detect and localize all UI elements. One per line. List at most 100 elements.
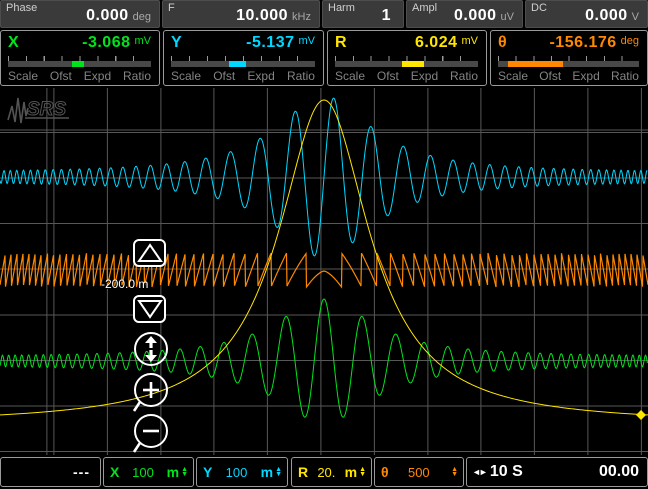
param-value: 1	[382, 7, 391, 25]
param-box-frequency[interactable]: F 10.000 kHz	[162, 0, 320, 28]
param-value: 0.000	[454, 7, 497, 25]
timebase-box[interactable]: ◄► 10 S 00.00	[466, 457, 648, 487]
scale-box-r[interactable]: R 20. m ▲▼	[291, 457, 372, 487]
meter-fill	[402, 61, 424, 67]
menu-ratio[interactable]: Ratio	[123, 69, 151, 83]
menu-scale[interactable]: Scale	[335, 69, 365, 83]
param-box-amplitude[interactable]: Ampl 0.000uV	[406, 0, 523, 28]
param-label: Harm	[328, 2, 355, 14]
magnifier-handle	[134, 443, 140, 452]
param-value: 10.000	[236, 7, 288, 25]
channel-box-y[interactable]: Y -5.137 mV Scale Ofst Expd Ratio	[163, 30, 324, 86]
theta-phase-trace	[0, 253, 648, 287]
channel-unit: deg	[621, 35, 639, 47]
spinner-arrows-icon[interactable]: ▲▼	[275, 467, 282, 477]
scale-letter: Y	[203, 464, 212, 480]
scale-letter: θ	[381, 464, 389, 480]
channel-letter: X	[8, 34, 19, 52]
param-unit: kHz	[292, 11, 311, 23]
svg-text:SRS: SRS	[27, 99, 66, 120]
scale-value: 100	[212, 465, 260, 480]
trace-position-marker	[636, 410, 646, 420]
param-label: DC	[531, 2, 547, 14]
param-box-harmonic[interactable]: Harm 1	[322, 0, 404, 28]
triangle-up-icon	[137, 243, 163, 263]
channel-letter: θ	[498, 34, 507, 52]
pan-up-button[interactable]	[133, 239, 166, 267]
channel-box-theta[interactable]: θ -156.176 deg Scale Ofst Expd Ratio	[490, 30, 648, 86]
magnifier-handle	[134, 402, 140, 411]
menu-ratio[interactable]: Ratio	[450, 69, 478, 83]
lockin-amplifier-screen: Phase 0.000deg F 10.000kHz Harm 1 Ampl 0…	[0, 0, 648, 489]
zoom-in-button[interactable]	[131, 372, 171, 416]
time-readout: 00.00	[599, 463, 639, 481]
meter-fill	[72, 61, 84, 67]
menu-expd[interactable]: Expd	[572, 69, 599, 83]
pan-down-button[interactable]	[133, 295, 166, 323]
channel-box-x[interactable]: X -3.068 mV Scale Ofst Expd Ratio	[0, 30, 160, 86]
menu-ofst[interactable]: Ofst	[377, 69, 399, 83]
expand-vertical-button[interactable]	[131, 331, 171, 375]
meter-fill	[508, 61, 563, 67]
channel-value: -3.068	[82, 34, 130, 52]
channel-unit: mV	[299, 35, 316, 47]
spinner-arrows-icon[interactable]: ▲▼	[359, 467, 366, 477]
spinner-arrows-icon[interactable]: ▲▼	[451, 467, 458, 477]
channel-letter: Y	[171, 34, 182, 52]
param-unit: deg	[133, 11, 151, 23]
srs-logo-icon: SRS	[5, 92, 77, 126]
waveform-display[interactable]: SRS -200.0 m	[0, 88, 648, 455]
param-label: F	[168, 2, 175, 14]
scale-box-x[interactable]: X 100 m ▲▼	[103, 457, 194, 487]
x-inphase-trace	[0, 299, 647, 417]
trigger-value: ---	[1, 464, 100, 480]
channel-letter: R	[335, 34, 347, 52]
scale-box-theta[interactable]: θ 500 ▲▼	[374, 457, 464, 487]
triangle-down-icon	[137, 299, 163, 319]
scale-box-y[interactable]: Y 100 m ▲▼	[196, 457, 288, 487]
scale-unit: m	[261, 464, 273, 480]
menu-ofst[interactable]: Ofst	[539, 69, 561, 83]
channel-meter	[498, 56, 639, 67]
channel-value: -156.176	[549, 34, 616, 52]
menu-expd[interactable]: Expd	[247, 69, 274, 83]
menu-scale[interactable]: Scale	[498, 69, 528, 83]
menu-ratio[interactable]: Ratio	[611, 69, 639, 83]
scale-value: 20.	[308, 465, 344, 480]
spinner-arrows-icon[interactable]: ▲▼	[181, 467, 188, 477]
plus-icon	[143, 382, 159, 398]
menu-expd[interactable]: Expd	[411, 69, 438, 83]
menu-ofst[interactable]: Ofst	[213, 69, 235, 83]
channel-meter	[8, 56, 151, 67]
channel-unit: mV	[462, 35, 479, 47]
horizontal-arrows-icon: ◄►	[472, 467, 486, 477]
y-quadrature-trace	[0, 98, 647, 256]
param-unit: V	[632, 11, 639, 23]
menu-scale[interactable]: Scale	[171, 69, 201, 83]
zoom-out-button[interactable]	[131, 413, 171, 457]
trigger-box[interactable]: ---	[0, 457, 101, 487]
menu-expd[interactable]: Expd	[84, 69, 111, 83]
menu-ratio[interactable]: Ratio	[287, 69, 315, 83]
param-label: Phase	[6, 2, 37, 14]
waveform-traces	[0, 88, 648, 455]
menu-ofst[interactable]: Ofst	[50, 69, 72, 83]
timebase-value: 10 S	[490, 463, 523, 481]
param-box-phase[interactable]: Phase 0.000deg	[0, 0, 160, 28]
arrows-up-down-icon	[145, 336, 157, 362]
scale-value: 100	[119, 465, 166, 480]
scale-unit: m	[167, 464, 179, 480]
scale-letter: R	[298, 464, 308, 480]
menu-scale[interactable]: Scale	[8, 69, 38, 83]
meter-fill	[229, 61, 246, 67]
scale-letter: X	[110, 464, 119, 480]
channel-meter	[335, 56, 478, 67]
channel-unit: mV	[135, 35, 152, 47]
param-unit: uV	[501, 11, 514, 23]
param-box-dc[interactable]: DC 0.000 V	[525, 0, 648, 28]
param-value: 0.000	[585, 7, 628, 25]
channel-meter	[171, 56, 315, 67]
channel-box-r[interactable]: R 6.024mV ScaleOfstExpdRatio	[327, 30, 487, 86]
channel-value: -5.137	[246, 34, 294, 52]
r-magnitude-trace	[0, 100, 648, 415]
